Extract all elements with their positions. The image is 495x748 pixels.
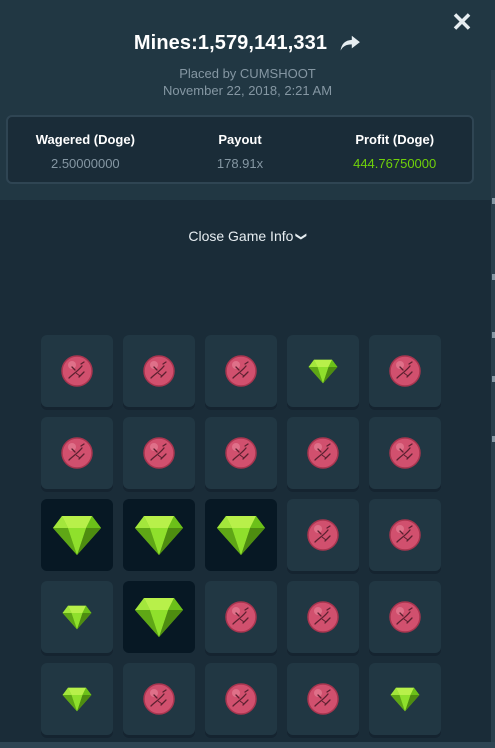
gem-icon	[62, 605, 92, 629]
mine-icon	[389, 601, 421, 633]
share-arrow-icon[interactable]	[339, 34, 361, 52]
profit-value: 444.76750000	[353, 156, 437, 171]
mine-icon	[225, 437, 257, 469]
mine-tile	[41, 335, 113, 407]
mine-icon	[225, 601, 257, 633]
bet-date: November 22, 2018, 2:21 AM	[162, 83, 333, 98]
close-game-info-label: Close Game Info	[188, 228, 294, 244]
mine-tile	[123, 335, 195, 407]
game-id-title: Mines:1,579,141,331	[133, 31, 328, 54]
mine-icon	[143, 683, 175, 715]
mine-tile	[123, 663, 195, 735]
bet-stats-box: Wagered (Doge) 2.50000000 Payout 178.91x…	[6, 115, 474, 184]
mine-icon	[225, 355, 257, 387]
profit-label: Profit (Doge)	[355, 132, 435, 147]
mine-tile	[287, 499, 359, 571]
mine-tile	[205, 663, 277, 735]
title-row: Mines:1,579,141,331	[0, 28, 495, 58]
payout-value: 178.91x	[216, 156, 264, 171]
mine-tile	[41, 417, 113, 489]
mine-tile	[205, 417, 277, 489]
mine-tile	[205, 581, 277, 653]
bottom-divider	[0, 742, 495, 748]
gem-tile	[287, 335, 359, 407]
mine-tile	[287, 417, 359, 489]
mine-icon	[143, 355, 175, 387]
gem-icon	[62, 687, 92, 711]
mine-icon	[61, 355, 93, 387]
mine-icon	[61, 437, 93, 469]
gem-icon	[135, 597, 183, 637]
gem-tile-revealed	[41, 499, 113, 571]
mine-icon	[307, 437, 339, 469]
mine-tile	[369, 581, 441, 653]
wagered-label: Wagered (Doge)	[35, 132, 135, 147]
mine-tile	[369, 499, 441, 571]
payout-stat: Payout 178.91x	[163, 117, 318, 182]
mine-tile	[287, 663, 359, 735]
gem-icon	[135, 515, 183, 555]
mine-icon	[307, 683, 339, 715]
gem-tile	[41, 581, 113, 653]
payout-label: Payout	[218, 132, 262, 147]
gem-tile-revealed	[123, 581, 195, 653]
gem-icon	[53, 515, 101, 555]
chevron-down-icon: ❯	[295, 231, 308, 242]
background-page-edge	[491, 70, 495, 748]
mine-tile	[123, 417, 195, 489]
gem-tile	[41, 663, 113, 735]
mine-icon	[307, 601, 339, 633]
profit-stat: Profit (Doge) 444.76750000	[317, 117, 472, 182]
gem-tile-revealed	[123, 499, 195, 571]
mine-icon	[389, 355, 421, 387]
wagered-stat: Wagered (Doge) 2.50000000	[8, 117, 163, 182]
gem-icon	[217, 515, 265, 555]
placed-by-text: Placed by CUMSHOOT	[179, 66, 316, 81]
mine-tile	[369, 417, 441, 489]
mine-icon	[389, 519, 421, 551]
mine-icon	[307, 519, 339, 551]
gem-icon	[308, 359, 338, 383]
gem-tile-revealed	[205, 499, 277, 571]
mine-icon	[225, 683, 257, 715]
gem-icon	[390, 687, 420, 711]
mine-tile	[287, 581, 359, 653]
mine-icon	[143, 437, 175, 469]
mine-tile	[369, 335, 441, 407]
mine-tile	[205, 335, 277, 407]
close-game-info-button[interactable]: Close Game Info ❯	[0, 228, 495, 244]
mine-icon	[389, 437, 421, 469]
wagered-value: 2.50000000	[50, 156, 120, 171]
gem-tile	[369, 663, 441, 735]
